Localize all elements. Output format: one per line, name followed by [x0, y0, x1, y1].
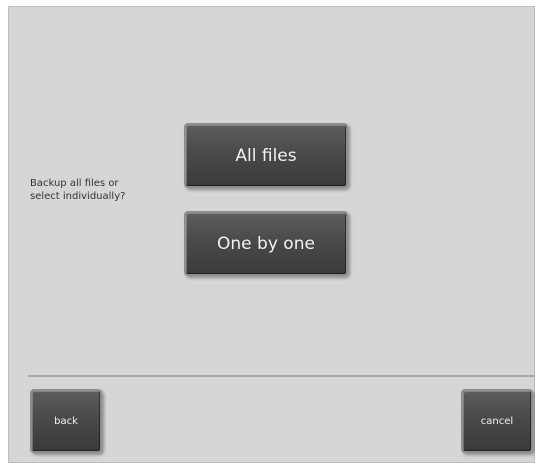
all-files-label: All files [235, 145, 297, 166]
back-label: back [54, 415, 78, 427]
back-button[interactable]: back [30, 389, 102, 453]
footer-divider [28, 375, 535, 377]
cancel-button[interactable]: cancel [461, 389, 533, 453]
prompt-line-1: Backup all files or [30, 178, 119, 189]
backup-prompt: Backup all files or select individually? [30, 177, 190, 203]
cancel-label: cancel [480, 415, 514, 427]
all-files-button[interactable]: All files [184, 123, 348, 188]
one-by-one-label: One by one [217, 233, 315, 254]
one-by-one-button[interactable]: One by one [184, 211, 348, 276]
prompt-line-2: select individually? [30, 191, 126, 202]
